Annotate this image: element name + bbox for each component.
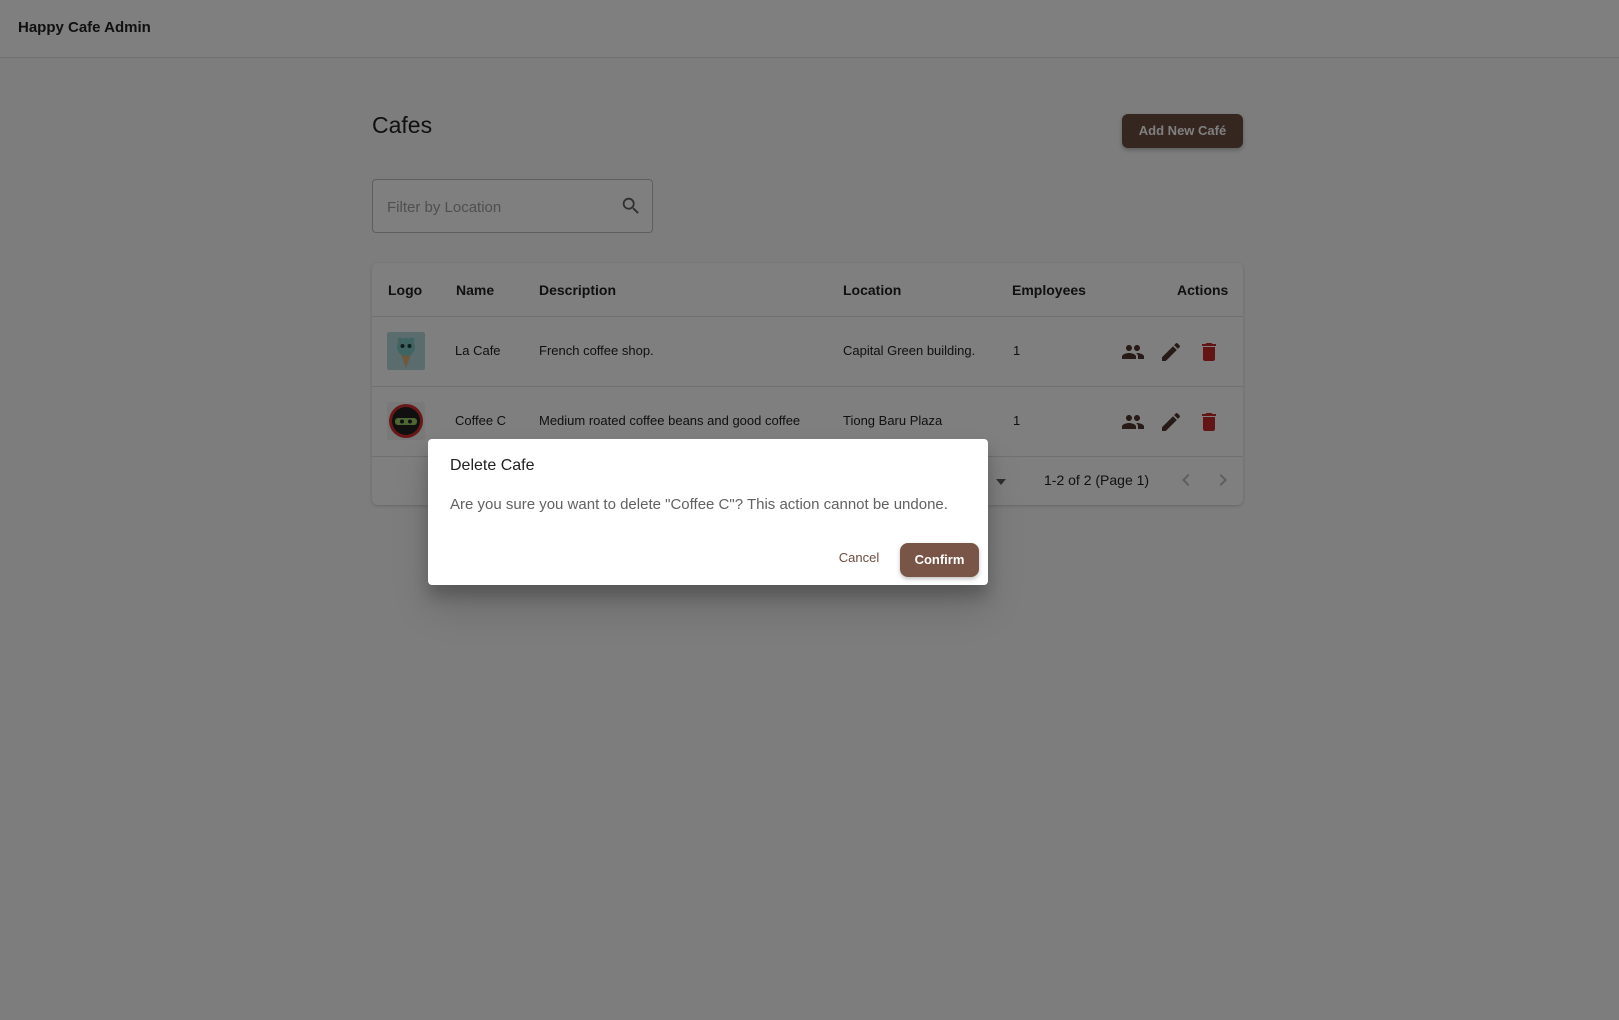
dialog-message: Are you sure you want to delete "Coffee … [450, 496, 948, 513]
cancel-button[interactable]: Cancel [831, 543, 887, 573]
dialog-title: Delete Cafe [450, 457, 535, 474]
confirm-button[interactable]: Confirm [900, 543, 979, 577]
app-root: Happy Cafe Admin Cafes Add New Café Logo… [0, 0, 1619, 1020]
delete-dialog: Delete Cafe Are you sure you want to del… [428, 439, 988, 585]
